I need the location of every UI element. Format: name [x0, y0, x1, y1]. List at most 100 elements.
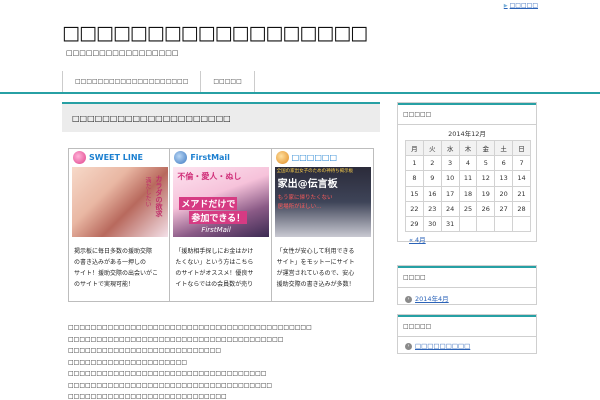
banner-image-caption: もう家に帰りたくない	[277, 195, 333, 201]
banner-description-line: が運営されているので、安心	[276, 270, 355, 277]
post-body-line: □□□□□□□□□□□□□□□□□□□□□□□□□□□□□□□□□□□	[68, 370, 267, 377]
calendar-day	[494, 215, 514, 233]
calendar-day: 26	[476, 200, 496, 217]
category-link[interactable]: □□□□□□□□□	[415, 342, 470, 350]
banner-image-caption: メアドだけで	[179, 197, 238, 210]
banner-row: SWEET LINE カラダの欲求 満たしたい 掲示板に毎日多数の援助交際 の書…	[68, 148, 374, 302]
calendar-day: 8	[405, 170, 424, 187]
calendar-weekday: 月	[405, 139, 424, 157]
calendar-day: 28	[512, 200, 531, 217]
banner-image-caption: 参加できる！	[189, 211, 248, 224]
banner-name[interactable]: FirstMail	[190, 153, 230, 162]
calendar-week: 29 30 31	[405, 215, 531, 233]
calendar-day: 27	[494, 200, 514, 217]
banner-description-line: の書き込みがある一押しの	[74, 259, 147, 266]
calendar-day: 7	[512, 155, 531, 172]
calendar-prev-link[interactable]: « 4月	[409, 234, 536, 244]
banner-description-line: 「援助相手探しにお金はかけ	[175, 248, 254, 255]
main-content: □□□□□□□□□□□□□□□□□□□□□	[62, 102, 380, 132]
banner-description-line: サイト！援助交際の出会いがこ	[74, 270, 159, 277]
calendar-day: 20	[494, 185, 514, 202]
banner-description: 「女性が安心して利用できる サイト」をモットーにサイト が運営されているので、安…	[277, 246, 371, 290]
banner-firstmail[interactable]: FirstMail 不倫・愛人・ぬし メアドだけで 参加できる！ FirstMa…	[170, 149, 272, 301]
banner-image[interactable]: 全国の家出女子のための神待ち掲示板 家出@伝言板 もう家に帰りたくない 居場所が…	[274, 167, 371, 237]
calendar-day	[476, 215, 496, 233]
blue-person-icon	[174, 150, 188, 164]
calendar-weekday: 木	[458, 139, 478, 157]
archives-widget: □□□□ › 2014年4月	[397, 265, 537, 305]
calendar-day	[458, 215, 478, 233]
post-body-line: □□□□□□□□□□□□□□□□□□□□□	[68, 358, 188, 366]
post-body-line: □□□□□□□□□□□□□□□□□□□□□□□□□□□□□□□□□□□□□□□□…	[68, 324, 312, 331]
calendar-day: 21	[512, 185, 531, 202]
nav-item-1[interactable]: □□□□□□□□□□□□□□□□□□□□	[62, 71, 202, 92]
top-link-label[interactable]: □□□□□	[510, 2, 538, 9]
banner-description: 「援助相手探しにお金はかけ たくない」という方はこちら のサイトがオススメ！優良…	[175, 246, 269, 290]
calendar-weekday: 水	[440, 139, 460, 157]
calendar-day: 9	[422, 170, 442, 187]
arrow-right-icon: ▶	[503, 3, 508, 9]
banner-image-caption: カラダの欲求	[155, 175, 163, 217]
calendar-day: 17	[440, 185, 460, 202]
calendar-day: 6	[494, 155, 514, 172]
banner-description-line: サイト」をモットーにサイト	[276, 259, 355, 266]
calendar-day: 10	[440, 170, 460, 187]
calendar-day: 18	[458, 185, 478, 202]
calendar-weekday: 土	[494, 139, 514, 157]
calendar-day: 16	[422, 185, 442, 202]
calendar-day: 22	[405, 200, 424, 217]
calendar-day: 12	[476, 170, 496, 187]
global-nav: □□□□□□□□□□□□□□□□□□□□ □□□□□	[62, 71, 255, 92]
categories-widget: □□□□□ › □□□□□□□□□	[397, 314, 537, 354]
banner-sweet-line[interactable]: SWEET LINE カラダの欲求 満たしたい 掲示板に毎日多数の援助交際 の書…	[69, 149, 171, 301]
banner-image-caption: 居場所がほしい…	[277, 204, 322, 210]
post-body: □□□□□□□□□□□□□□□□□□□□□□□□□□□□□□□□□□□□□□□□…	[68, 322, 388, 400]
calendar-heading: □□□□□	[398, 103, 536, 125]
banner-description: 掲示板に毎日多数の援助交際 の書き込みがある一押しの サイト！援助交際の出会いが…	[74, 246, 168, 290]
page: ▶ □□□□□ □□□□□□□□□□□□□□□□□□ □□□□□□□□□□□□□□…	[0, 0, 600, 400]
calendar-day: 30	[422, 215, 442, 233]
banner-description-line: 援助交際の書き込みが多数！	[276, 281, 355, 288]
calendar-week: 8 9 10 11 12 13 14	[405, 170, 531, 187]
calendar-weekday: 金	[476, 139, 496, 157]
chevron-right-icon: ›	[405, 295, 412, 303]
calendar-weekday: 火	[422, 139, 442, 157]
top-link[interactable]: ▶ □□□□□	[504, 2, 538, 9]
post-body-line: □□□□□□□□□□□□□□□□□□□□□□□□□□□□□□□□□□□□	[68, 381, 273, 389]
banner-name[interactable]: □□□□□□	[292, 153, 337, 162]
banner-image-caption: 全国の家出女子のための神待ち掲示板	[276, 169, 354, 174]
calendar-caption: 2014年12月	[448, 130, 486, 138]
banner-header: FirstMail	[170, 149, 270, 165]
categories-list: › □□□□□□□□□	[398, 337, 536, 350]
banner-header: SWEET LINE	[69, 149, 169, 165]
post-body-line: □□□□□□□□□□□□□□□□□□□□□□□□□□□□□□□□□□□□□□	[68, 335, 284, 343]
post-title: □□□□□□□□□□□□□□□□□□□□□	[62, 102, 380, 132]
calendar-day: 14	[512, 170, 531, 187]
post-body-line: □□□□□□□□□□□□□□□□□□□□□□□□□□□	[68, 347, 222, 354]
orange-flower-icon	[275, 150, 289, 164]
calendar-day: 13	[494, 170, 514, 187]
nav-item-2[interactable]: □□□□□	[200, 71, 255, 92]
banner-description-line: のサイトがオススメ！優良サ	[175, 270, 254, 277]
banner-image-caption: 家出@伝言板	[277, 179, 338, 190]
calendar-day: 4	[458, 155, 478, 172]
calendar-day: 24	[440, 200, 460, 217]
archive-link[interactable]: 2014年4月	[415, 295, 449, 303]
banner-image[interactable]: 不倫・愛人・ぬし メアドだけで 参加できる！ FirstMail	[173, 167, 270, 237]
site-title[interactable]: □□□□□□□□□□□□□□□□□□	[62, 22, 368, 44]
banner-name[interactable]: SWEET LINE	[89, 153, 143, 162]
pink-heart-icon	[73, 150, 86, 164]
calendar-day: 25	[458, 200, 478, 217]
calendar-day: 15	[405, 185, 424, 202]
banner-image-caption: 満たしたい	[144, 177, 151, 207]
banner-image[interactable]: カラダの欲求 満たしたい	[72, 167, 168, 237]
calendar-day: 23	[422, 200, 442, 217]
banner-iede-dengonban[interactable]: □□□□□□ 全国の家出女子のための神待ち掲示板 家出@伝言板 もう家に帰りたく…	[272, 149, 373, 301]
calendar-widget: □□□□□ 2014年12月 月 火 水 木 金 土 日 1 2 3 4 5 6…	[397, 102, 537, 244]
calendar-day: 29	[405, 215, 424, 233]
banner-description-line: のサイトで実現可能！	[74, 281, 135, 288]
calendar-day	[512, 215, 531, 233]
calendar-table: 月 火 水 木 金 土 日 1 2 3 4 5 6 7 8 9 10 11 12…	[405, 139, 531, 233]
banner-description-line: 「女性が安心して利用できる	[276, 248, 355, 255]
categories-heading: □□□□□	[398, 315, 536, 337]
